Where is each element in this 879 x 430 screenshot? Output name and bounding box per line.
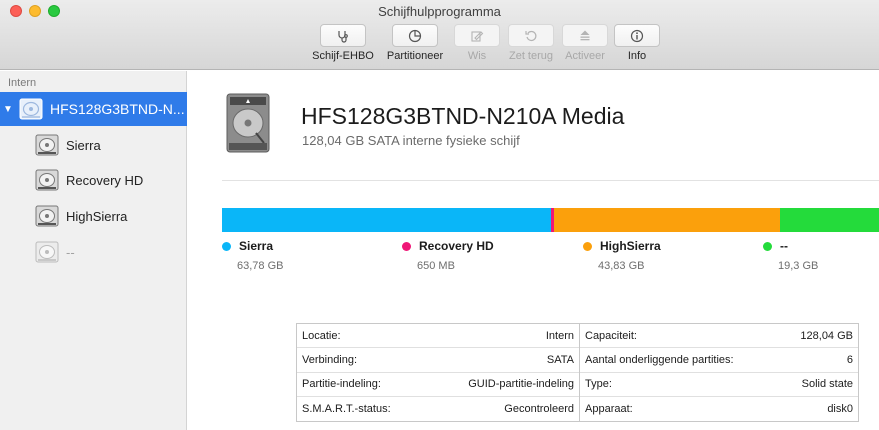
mount-label: Activeer <box>565 50 605 62</box>
info-value: Solid state <box>801 378 853 391</box>
sidebar-item-unmounted[interactable]: -- <box>0 235 187 269</box>
info-label: Locatie: <box>302 329 341 342</box>
erase-button[interactable] <box>454 24 500 47</box>
legend-item-recovery-hd: Recovery HD 650 MB <box>402 239 494 272</box>
legend-name: Sierra <box>239 239 274 253</box>
sidebar-item-sierra[interactable]: Sierra <box>0 128 187 162</box>
sidebar-item-label: Recovery HD <box>66 172 144 188</box>
usage-bar-segment <box>222 208 551 232</box>
info-row-child-count: Aantal onderliggende partities: 6 <box>580 348 858 373</box>
restore-label: Zet terug <box>508 50 554 62</box>
info-table: Locatie: Intern Verbinding: SATA Partitie-… <box>296 323 859 422</box>
info-row-connection: Verbinding: SATA <box>297 348 579 373</box>
usage-bar-segment <box>553 208 780 232</box>
disk-title: HFS128G3BTND-N210A Media <box>301 103 625 129</box>
info-value: GUID-partitie-indeling <box>468 378 574 391</box>
legend-size: 43,83 GB <box>598 260 645 272</box>
divider <box>222 180 879 181</box>
sidebar-section-header: Intern <box>8 77 37 89</box>
first-aid-label: Schijf-EHBO <box>312 50 374 62</box>
info-label: Type: <box>585 378 612 391</box>
hard-drive-icon <box>35 241 59 263</box>
info-icon <box>630 29 644 42</box>
partition-usage-bar <box>222 208 879 232</box>
sidebar-item-disk[interactable]: ▼ HFS128G3BTND-N... <box>0 92 187 126</box>
info-column-left: Locatie: Intern Verbinding: SATA Partitie-… <box>297 324 580 421</box>
legend-size: 650 MB <box>417 260 455 272</box>
sidebar-item-label: HighSierra <box>66 208 128 224</box>
info-value: Gecontroleerd <box>504 402 574 415</box>
hard-drive-icon <box>35 134 59 156</box>
hard-drive-icon <box>35 169 59 191</box>
toolbar: Schijf-EHBO Partitioneer Wis Zet terug A… <box>0 24 879 68</box>
partition-label: Partitioneer <box>386 50 444 62</box>
legend-dot <box>402 241 411 251</box>
info-label: Partitie-indeling: <box>302 378 381 391</box>
legend-dot <box>222 241 231 251</box>
sidebar-item-label: -- <box>66 244 75 260</box>
info-row-capacity: Capaciteit: 128,04 GB <box>580 324 858 349</box>
main-panel: HFS128G3BTND-N210A Media 128,04 GB SATA … <box>188 71 879 430</box>
window-title: Schijfhulpprogramma <box>378 4 501 19</box>
info-value: 128,04 GB <box>800 329 853 342</box>
legend-size: 19,3 GB <box>778 260 819 272</box>
info-label: Verbinding: <box>302 353 358 366</box>
legend-name: HighSierra <box>600 239 661 253</box>
info-label: Aantal onderliggende partities: <box>585 353 734 366</box>
eject-icon <box>580 30 590 40</box>
stethoscope-icon <box>338 30 348 43</box>
disclosure-triangle-icon[interactable]: ▼ <box>0 104 16 115</box>
first-aid-toolbar-item[interactable]: Schijf-EHBO <box>308 24 378 62</box>
sidebar-item-recovery-hd[interactable]: Recovery HD <box>0 163 187 197</box>
info-toolbar-item[interactable]: Info <box>602 24 672 62</box>
sidebar: Intern ▼ HFS128G3BTND-N... Sierra Recove… <box>0 71 187 430</box>
info-row-type: Type: Solid state <box>580 373 858 397</box>
info-value: SATA <box>546 353 574 366</box>
disk-subtitle: 128,04 GB SATA interne fysieke schijf <box>302 133 520 148</box>
pie-icon <box>408 29 422 42</box>
legend-item-highsierra: HighSierra 43,83 GB <box>583 239 661 272</box>
partition-button[interactable] <box>392 24 438 47</box>
legend-item-free: -- 19,3 GB <box>763 239 818 272</box>
info-row-device: Apparaat: disk0 <box>580 397 858 421</box>
info-label: Apparaat: <box>585 402 633 415</box>
hard-drive-icon <box>226 93 270 153</box>
info-row-partition-map: Partitie-indeling: GUID-partitie-indeling <box>297 373 579 397</box>
restore-icon <box>525 30 537 41</box>
sidebar-item-highsierra[interactable]: HighSierra <box>0 199 187 233</box>
info-column-right: Capaciteit: 128,04 GB Aantal onderliggend… <box>580 324 858 421</box>
info-row-location: Locatie: Intern <box>297 324 579 349</box>
usage-bar-segment <box>779 208 879 232</box>
info-value: disk0 <box>827 402 853 415</box>
first-aid-button[interactable] <box>320 24 366 47</box>
info-label: Capaciteit: <box>585 329 637 342</box>
erase-label: Wis <box>467 50 487 62</box>
legend-dot <box>583 241 592 251</box>
legend-name: -- <box>780 239 788 253</box>
legend-size: 63,78 GB <box>237 260 284 272</box>
info-row-smart-status: S.M.A.R.T.-status: Gecontroleerd <box>297 397 579 421</box>
info-button[interactable] <box>614 24 660 47</box>
info-value: Intern <box>545 329 574 342</box>
partition-toolbar-item[interactable]: Partitioneer <box>380 24 450 62</box>
sidebar-item-label: Sierra <box>66 137 101 153</box>
info-label: S.M.A.R.T.-status: <box>302 402 391 415</box>
title-bar: Schijfhulpprogramma Schijf-EHBO Partitio… <box>0 0 879 70</box>
restore-button[interactable] <box>508 24 554 47</box>
legend-dot <box>763 241 772 251</box>
sidebar-item-label: HFS128G3BTND-N... <box>50 101 185 117</box>
hard-drive-icon <box>35 205 59 227</box>
erase-icon <box>471 30 484 42</box>
info-value: 6 <box>846 353 853 366</box>
info-label: Info <box>627 50 647 62</box>
hard-drive-icon <box>19 98 43 120</box>
legend-name: Recovery HD <box>419 239 494 253</box>
legend-item-sierra: Sierra 63,78 GB <box>222 239 283 272</box>
